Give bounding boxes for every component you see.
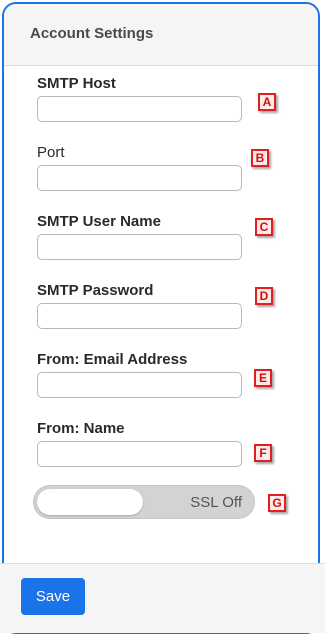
smtp-user-name-label: SMTP User Name — [37, 213, 161, 230]
panel-title: Account Settings — [30, 25, 154, 42]
marker-d: D — [255, 287, 273, 305]
port-label: Port — [37, 144, 65, 161]
from-name-input[interactable] — [37, 441, 242, 467]
from-email-label: From: Email Address — [37, 351, 188, 368]
smtp-user-name-input[interactable] — [37, 234, 242, 260]
save-button[interactable]: Save — [21, 578, 85, 615]
ssl-toggle-label: SSL Off — [190, 494, 242, 511]
from-email-input[interactable] — [37, 372, 242, 398]
panel-header: Account Settings — [4, 4, 318, 66]
smtp-password-label: SMTP Password — [37, 282, 154, 299]
ssl-toggle[interactable]: SSL Off — [33, 485, 255, 519]
toggle-knob[interactable] — [37, 489, 143, 515]
marker-f: F — [254, 444, 272, 462]
marker-a: A — [258, 93, 276, 111]
smtp-password-input[interactable] — [37, 303, 242, 329]
port-input[interactable] — [37, 165, 242, 191]
smtp-host-label: SMTP Host — [37, 75, 116, 92]
marker-e: E — [254, 369, 272, 387]
from-name-label: From: Name — [37, 420, 125, 437]
marker-g: G — [268, 494, 286, 512]
marker-b: B — [251, 149, 269, 167]
smtp-host-input[interactable] — [37, 96, 242, 122]
marker-c: C — [255, 218, 273, 236]
